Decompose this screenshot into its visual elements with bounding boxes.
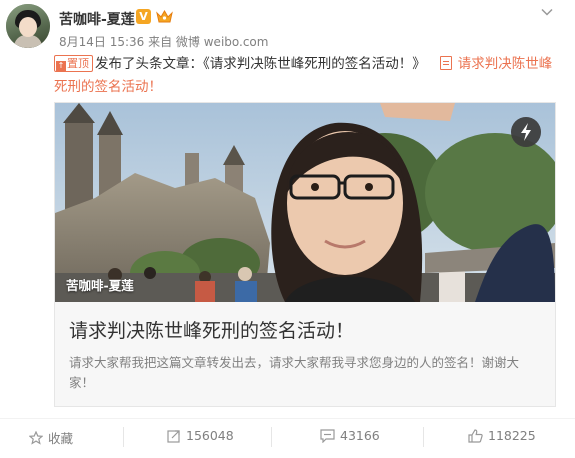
action-bar: 收藏 156048 43166 118225	[0, 418, 575, 453]
divider	[271, 427, 272, 447]
favorite-label: 收藏	[48, 431, 74, 446]
flash-icon[interactable]	[511, 117, 541, 147]
post-text-prefix: 发布了头条文章：《请求判决陈世峰死刑的签名活动！》	[95, 56, 426, 72]
post-text: ↑ 置顶 发布了头条文章：《请求判决陈世峰死刑的签名活动！》 请求判决陈世峰死刑的签名…	[54, 53, 554, 99]
username[interactable]: 苦咖啡-夏莲	[59, 9, 135, 29]
repost-button[interactable]: 156048	[167, 428, 234, 443]
repost-icon	[167, 429, 180, 443]
divider	[423, 427, 424, 447]
document-icon	[439, 56, 452, 70]
pin-icon: ↑	[56, 61, 66, 71]
article-title[interactable]: 请求判决陈世峰死刑的签名活动！	[69, 316, 354, 343]
avatar[interactable]	[6, 4, 50, 48]
divider	[123, 427, 124, 447]
chevron-down-icon[interactable]	[541, 6, 553, 18]
thumbs-up-icon	[468, 428, 483, 443]
post-meta: 8月14日 15:36 来自 微博 weibo.com	[59, 35, 269, 49]
cover-image-author: 苦咖啡-夏莲	[66, 278, 134, 293]
comment-icon	[320, 428, 335, 443]
crown-badge-icon[interactable]	[156, 9, 173, 24]
like-button[interactable]: 118225	[468, 428, 536, 443]
verified-badge[interactable]: V	[136, 9, 151, 24]
article-card[interactable]: 苦咖啡-夏莲 请求判决陈世峰死刑的签名活动！ 请求大家帮我把这篇文章转发出去，请…	[54, 102, 556, 407]
pin-badge: ↑ 置顶	[54, 55, 93, 72]
weibo-post-card: 苦咖啡-夏莲 V 8月14日 15:36 来自 微博 weibo.com ↑ 置顶…	[0, 0, 575, 458]
favorite-button[interactable]: 收藏	[29, 428, 73, 447]
repost-count: 156048	[186, 428, 234, 443]
comment-count: 43166	[340, 428, 380, 443]
star-icon	[29, 430, 43, 445]
article-cover-image[interactable]: 苦咖啡-夏莲	[55, 103, 555, 302]
article-summary: 请求大家帮我把这篇文章转发出去，请求大家帮我寻求您身边的人的签名！谢谢大家！	[69, 355, 520, 390]
comment-button[interactable]: 43166	[320, 428, 380, 443]
like-count: 118225	[488, 428, 536, 443]
